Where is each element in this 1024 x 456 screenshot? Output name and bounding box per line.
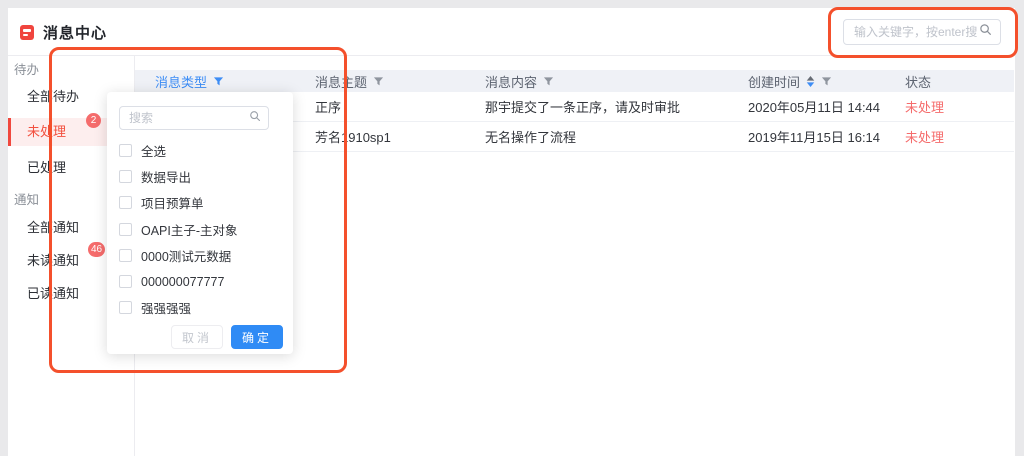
column-header-subject[interactable]: 消息主题 [315,72,485,91]
option-label: OAPI主子-主对象 [141,220,238,239]
global-search-box[interactable] [843,19,1001,45]
checkbox-icon[interactable] [119,301,132,314]
column-label: 消息主题 [315,72,367,91]
column-header-created[interactable]: 创建时间 [748,72,905,91]
option-label: 全选 [141,141,166,160]
status-badge: 未处理 [905,97,1014,116]
option-label: 0000测试元数据 [141,246,231,265]
filter-search-box[interactable] [119,106,269,130]
filter-option[interactable]: OAPI主子-主对象 [119,216,285,242]
filter-icon[interactable] [543,76,554,87]
page-title: 消息中心 [43,22,107,43]
checkbox-icon[interactable] [119,223,132,236]
filter-icon[interactable] [213,76,224,87]
cell-created: 2019年11月15日 16:14 [748,127,905,146]
search-icon[interactable] [979,23,992,41]
column-header-type[interactable]: 消息类型 [155,72,315,91]
status-badge: 未处理 [905,127,1014,146]
filter-option[interactable]: 强强强强 [119,295,285,321]
message-center-icon [20,25,34,40]
option-label: 强强强强 [141,298,191,317]
app-header: 消息中心 [8,8,1015,56]
column-label: 消息内容 [485,72,537,91]
filter-option[interactable]: 数据导出 [119,163,285,189]
column-label: 状态 [905,72,931,91]
sort-icon[interactable] [806,76,815,87]
unread-count-badge: 46 [88,242,105,257]
search-icon [249,109,261,127]
filter-option[interactable]: 项目预算单 [119,190,285,216]
cell-content: 那宇提交了一条正序，请及时审批 [485,97,748,116]
filter-icon[interactable] [373,76,384,87]
checkbox-icon[interactable] [119,144,132,157]
cell-content: 无名操作了流程 [485,127,748,146]
type-filter-popup: 全选 数据导出 项目预算单 OAPI主子-主对象 0000测试元数据 00000… [107,92,293,354]
checkbox-icon[interactable] [119,275,132,288]
table-header-row: 消息类型 消息主题 消息内容 创建时间 状态 [135,70,1014,92]
column-label: 消息类型 [155,72,207,91]
cancel-button[interactable]: 取消 [171,325,223,349]
unprocessed-count-badge: 2 [86,113,101,128]
filter-option-list: 全选 数据导出 项目预算单 OAPI主子-主对象 0000测试元数据 00000… [119,137,285,321]
checkbox-icon[interactable] [119,249,132,262]
cell-subject: 芳名1910sp1 [315,127,485,146]
filter-option[interactable]: 0000测试元数据 [119,242,285,268]
column-header-content[interactable]: 消息内容 [485,72,748,91]
filter-search-input[interactable] [127,110,249,126]
sidebar-section-todo: 待办 [14,58,39,82]
global-search-input[interactable] [852,24,979,40]
column-label: 创建时间 [748,72,800,91]
option-label: 数据导出 [141,167,191,186]
filter-popup-footer: 取消 确定 [171,325,283,349]
checkbox-icon[interactable] [119,170,132,183]
checkbox-icon[interactable] [119,196,132,209]
cell-subject: 正序 [315,97,485,116]
filter-option[interactable]: 000000077777 [119,268,285,294]
title-wrap: 消息中心 [20,8,107,56]
confirm-button[interactable]: 确定 [231,325,283,349]
filter-option-select-all[interactable]: 全选 [119,137,285,163]
cell-created: 2020年05月11日 14:44 [748,97,905,116]
option-label: 项目预算单 [141,193,204,212]
column-header-status: 状态 [905,72,1014,91]
filter-icon[interactable] [821,76,832,87]
sidebar-section-notice: 通知 [14,188,39,212]
option-label: 000000077777 [141,275,224,289]
